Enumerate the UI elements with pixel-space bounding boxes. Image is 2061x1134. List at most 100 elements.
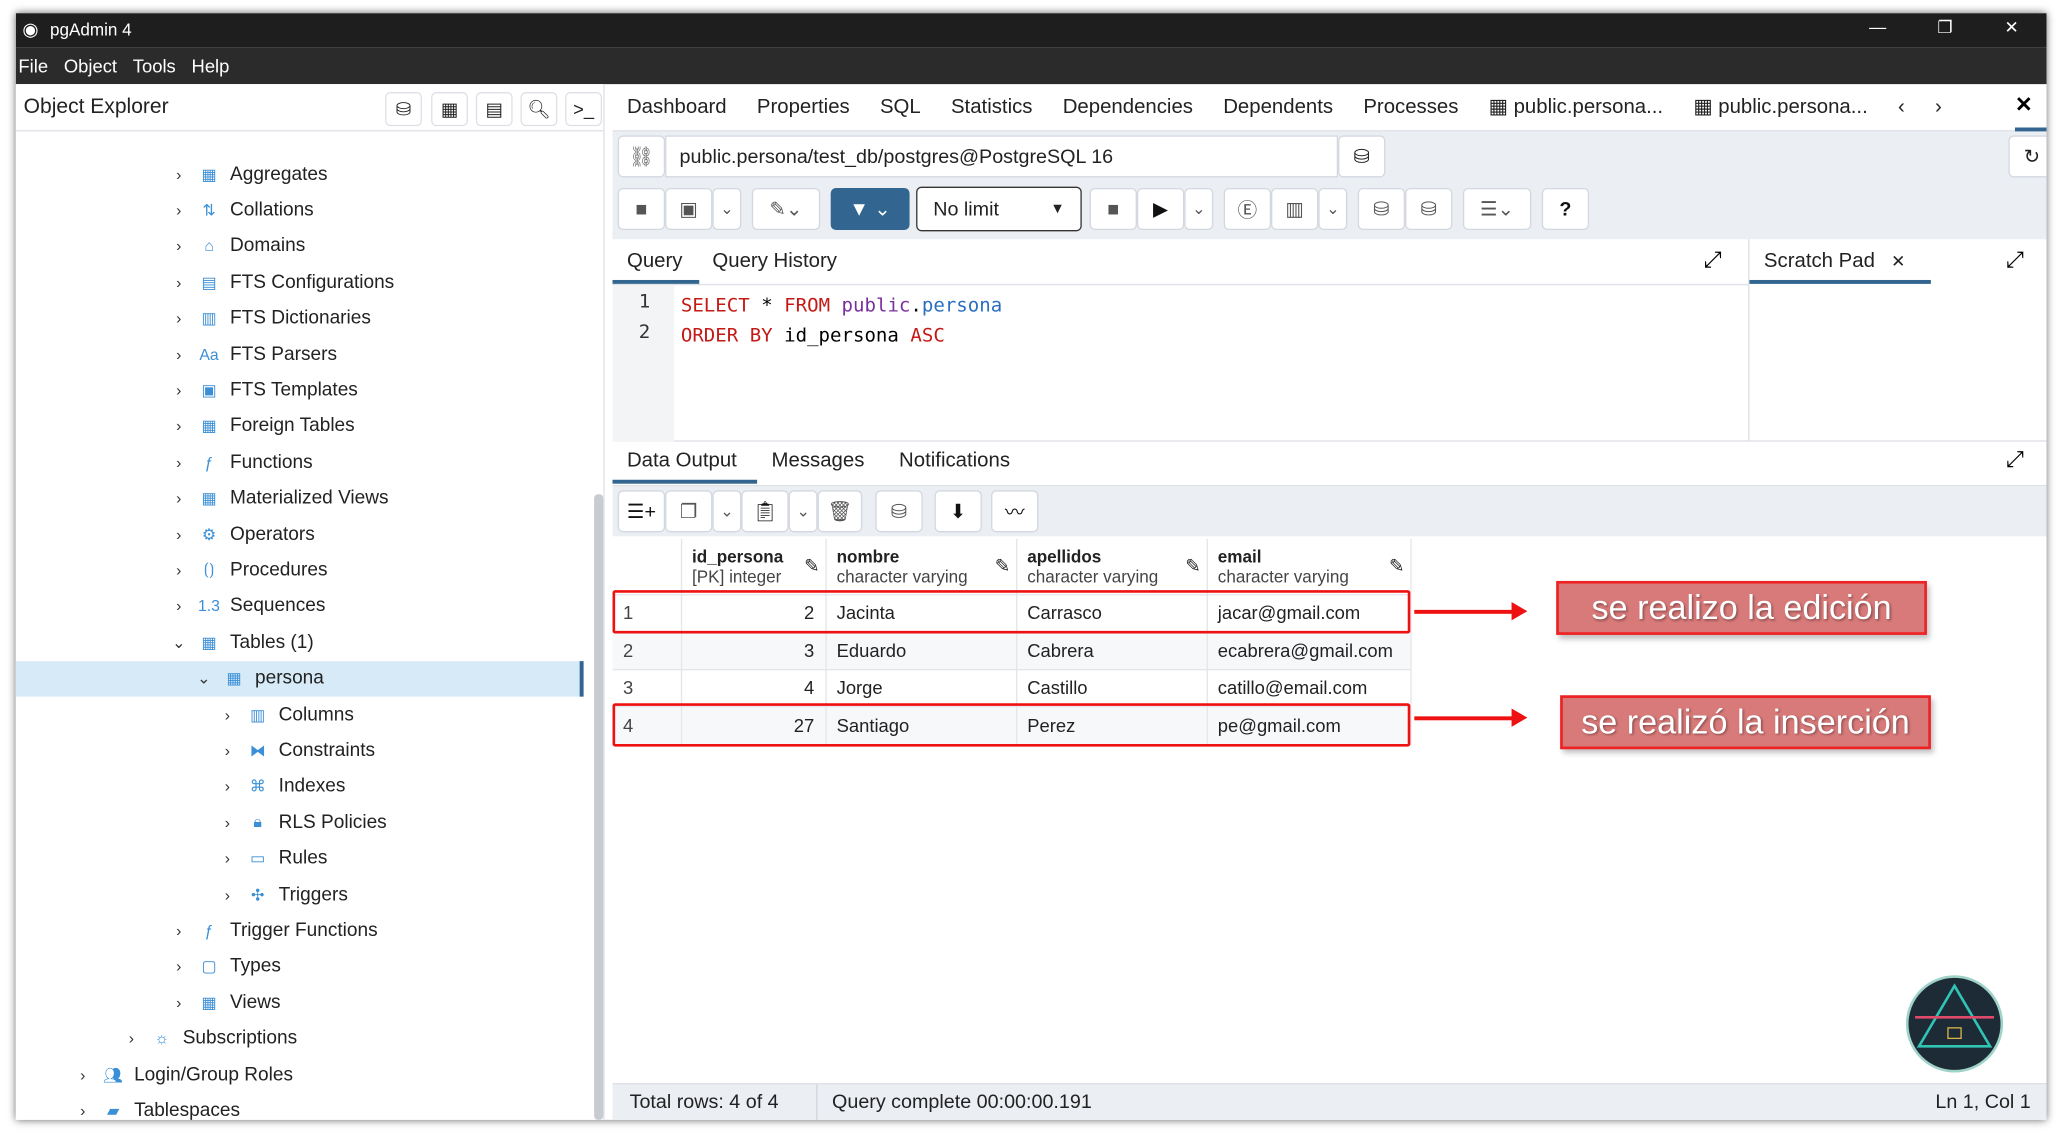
chevron-right-icon[interactable]: › (218, 777, 236, 795)
tab-scroll-right-icon[interactable]: › (1935, 95, 1942, 119)
view-data-icon[interactable]: ▦ (431, 92, 468, 127)
maximize-icon[interactable]: ⤢ (2006, 247, 2024, 273)
tree-item-views[interactable]: › ▦ Views (170, 985, 280, 1020)
tab-dashboard[interactable]: Dashboard (627, 95, 727, 119)
tree-item-foreign-tables[interactable]: › ▦ Foreign Tables (170, 409, 355, 444)
tab-dependencies[interactable]: Dependencies (1063, 95, 1193, 119)
tab-query-history[interactable]: Query History (712, 250, 837, 274)
close-button[interactable]: ✕ (2004, 17, 2018, 38)
tab-statistics[interactable]: Statistics (951, 95, 1033, 119)
edit-column-icon[interactable]: ✎ (1185, 555, 1200, 577)
open-file-icon[interactable]: ■ (617, 187, 666, 231)
menu-object[interactable]: Object (64, 55, 117, 76)
edit-column-icon[interactable]: ✎ (1389, 555, 1404, 577)
maximize-icon[interactable]: ⤢ (1703, 247, 1721, 273)
psql-tool-icon[interactable]: >_ (565, 92, 602, 127)
menu-tools[interactable]: Tools (133, 55, 176, 76)
tree-item-tablespaces[interactable]: › ▰ Tablespaces (74, 1093, 240, 1120)
tree-item-operators[interactable]: › ⚙ Operators (170, 517, 315, 552)
chevron-right-icon[interactable]: › (218, 705, 236, 723)
menu-file[interactable]: File (18, 55, 48, 76)
table-row[interactable]: 2 3 Eduardo Cabrera ecabrera@gmail.com (612, 631, 1412, 670)
tab-scroll-left-icon[interactable]: ‹ (1898, 95, 1905, 119)
tree-item-sequences[interactable]: › 1.3 Sequences (170, 589, 325, 624)
row-number[interactable]: 3 (612, 669, 682, 708)
explain-dropdown-icon[interactable]: ⌄ (1318, 187, 1348, 231)
chevron-right-icon[interactable]: › (170, 525, 188, 543)
chevron-right-icon[interactable]: › (170, 561, 188, 579)
chevron-down-icon[interactable]: ⌄ (170, 633, 188, 651)
chevron-right-icon[interactable]: › (170, 273, 188, 291)
cell-nombre[interactable]: Eduardo (825, 631, 1017, 670)
copy-icon[interactable]: ❐ (665, 490, 713, 533)
tree-item-fts-configurations[interactable]: › ▤ FTS Configurations (170, 264, 394, 299)
tree-item-fts-parsers[interactable]: › Aa FTS Parsers (170, 336, 337, 371)
tree-item-procedures[interactable]: › ⟮⟯ Procedures (170, 553, 327, 588)
graph-icon[interactable]: 〰 (991, 490, 1039, 533)
chevron-right-icon[interactable]: › (170, 201, 188, 219)
tab-public-persona-2[interactable]: ▦ public.persona... (1693, 95, 1867, 120)
cell-apellidos[interactable]: Castillo (1016, 669, 1208, 708)
tree-item-fts-templates[interactable]: › ▣ FTS Templates (170, 372, 358, 407)
save-data-icon[interactable]: ⛁ (875, 490, 923, 533)
restore-button[interactable]: ❐ (1937, 17, 1952, 38)
chevron-right-icon[interactable]: › (170, 453, 188, 471)
chevron-right-icon[interactable]: › (218, 813, 236, 831)
chevron-right-icon[interactable]: › (170, 921, 188, 939)
tree-item-aggregates[interactable]: › ▦ Aggregates (170, 156, 327, 191)
tab-sql[interactable]: SQL (880, 95, 921, 119)
chevron-right-icon[interactable]: › (170, 417, 188, 435)
chevron-right-icon[interactable]: › (218, 849, 236, 867)
chevron-down-icon[interactable]: ⌄ (195, 669, 213, 687)
cell-apellidos[interactable]: Cabrera (1016, 631, 1208, 670)
explain-icon[interactable]: Ⓔ (1223, 187, 1272, 231)
tree-item-collations[interactable]: › ⇅ Collations (170, 192, 314, 227)
tree-item-materialized-views[interactable]: › ▦ Materialized Views (170, 481, 388, 516)
filter-icon[interactable]: ▼ ⌄ (830, 187, 910, 231)
tree-item-constraints[interactable]: › ⧓ Constraints (218, 733, 375, 768)
tree-scrollbar[interactable] (594, 494, 604, 1120)
paste-icon[interactable]: 📋︎ (741, 490, 789, 533)
tab-query[interactable]: Query (627, 250, 682, 274)
chevron-right-icon[interactable]: › (170, 489, 188, 507)
macros-icon[interactable]: ☰⌄ (1462, 187, 1532, 231)
tree-item-types[interactable]: › ▢ Types (170, 949, 281, 984)
table-row[interactable]: 3 4 Jorge Castillo catillo@email.com (612, 669, 1412, 708)
connection-selector[interactable]: public.persona/test_db/postgres@PostgreS… (665, 135, 1339, 178)
refresh-icon[interactable]: ↻ (2008, 135, 2047, 178)
floating-logo-icon[interactable] (1905, 975, 2004, 1073)
tab-scratch-pad[interactable]: Scratch Pad ✕ (1764, 250, 1906, 274)
sql-editor[interactable]: SELECT * FROM public.persona ORDER BY id… (681, 292, 1002, 352)
help-icon[interactable]: ? (1541, 187, 1590, 231)
paste-dropdown-icon[interactable]: ⌄ (788, 490, 818, 533)
close-tab-icon[interactable]: ✕ (2015, 92, 2033, 118)
cell-email[interactable]: ecabrera@gmail.com (1206, 631, 1412, 670)
close-icon[interactable]: ✕ (1891, 251, 1905, 271)
chevron-right-icon[interactable]: › (170, 309, 188, 327)
rollback-icon[interactable]: ⛁ (1405, 187, 1453, 231)
minimize-button[interactable]: — (1869, 17, 1886, 37)
cell-id-persona[interactable]: 3 (680, 631, 827, 670)
cell-email[interactable]: catillo@email.com (1206, 669, 1412, 708)
copy-dropdown-icon[interactable]: ⌄ (712, 490, 742, 533)
chevron-right-icon[interactable]: › (122, 1029, 140, 1047)
tab-processes[interactable]: Processes (1363, 95, 1458, 119)
execute-icon[interactable]: ▶ (1136, 187, 1185, 231)
filtered-rows-icon[interactable]: ▤ (475, 92, 513, 127)
limit-select[interactable]: No limit ▼ (916, 186, 1082, 232)
maximize-icon[interactable]: ⤢ (2006, 447, 2024, 473)
cell-id-persona[interactable]: 4 (680, 669, 827, 708)
column-header[interactable]: nombre character varying ✎ (825, 538, 1017, 595)
column-header[interactable]: id_persona [PK] integer ✎ (680, 538, 827, 595)
tree-item-trigger-functions[interactable]: › ƒ Trigger Functions (170, 913, 377, 948)
tree-item-triggers[interactable]: › ✣ Triggers (218, 877, 348, 912)
edit-icon[interactable]: ✎⌄ (751, 187, 821, 231)
download-icon[interactable]: ⬇ (934, 490, 982, 533)
tree-item-functions[interactable]: › ƒ Functions (170, 445, 313, 480)
chevron-right-icon[interactable]: › (218, 885, 236, 903)
edit-column-icon[interactable]: ✎ (804, 555, 819, 577)
tree-item-domains[interactable]: › ⌂ Domains (170, 228, 305, 263)
tab-data-output[interactable]: Data Output (627, 450, 737, 474)
tab-messages[interactable]: Messages (772, 450, 865, 474)
tree-item-rls-policies[interactable]: › 🔒︎ RLS Policies (218, 805, 387, 840)
